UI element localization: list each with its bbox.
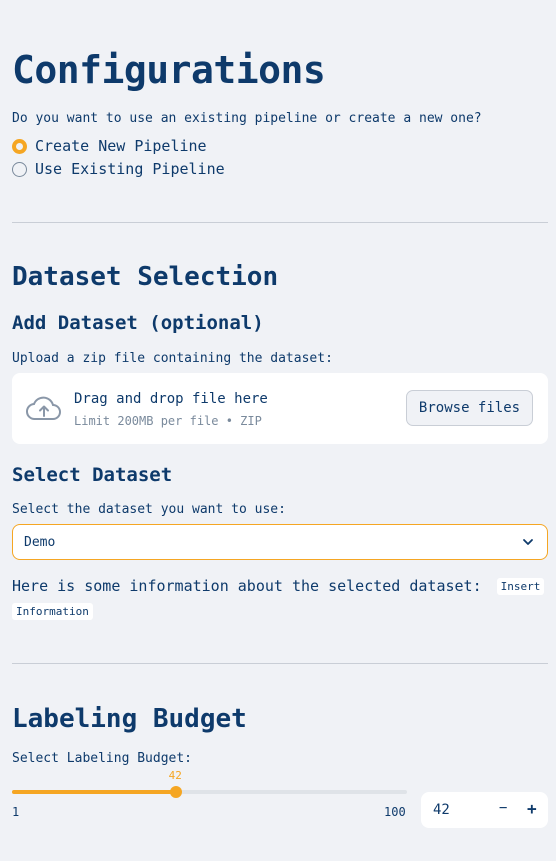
chevron-down-icon[interactable]	[521, 535, 535, 549]
radio-use-existing-pipeline[interactable]: Use Existing Pipeline	[12, 160, 225, 178]
radio-checked-icon[interactable]	[12, 138, 27, 154]
page-title: Configurations	[12, 48, 326, 92]
radio-create-new-pipeline[interactable]: Create New Pipeline	[12, 137, 207, 155]
slider-min-label: 1	[12, 805, 20, 819]
dropzone-limit: Limit 200MB per file • ZIP	[74, 414, 262, 428]
upload-label: Upload a zip file containing the dataset…	[12, 351, 333, 366]
browse-files-button[interactable]: Browse files	[406, 390, 533, 426]
file-dropzone[interactable]: Drag and drop file here Limit 200MB per …	[12, 373, 548, 444]
radio-unchecked-icon[interactable]	[12, 161, 27, 177]
select-dataset-label: Select the dataset you want to use:	[12, 502, 286, 517]
budget-section-title: Labeling Budget	[12, 704, 247, 734]
dataset-select[interactable]: Demo	[12, 524, 548, 560]
dropzone-title: Drag and drop file here	[74, 391, 268, 407]
dataset-info-code: Information	[12, 603, 93, 620]
divider	[12, 663, 548, 664]
budget-number-input[interactable]: 42 − +	[421, 792, 548, 828]
dataset-info-code: Insert	[496, 578, 545, 595]
radio-label: Create New Pipeline	[35, 137, 207, 155]
dataset-info-text: Here is some information about the selec…	[12, 577, 482, 595]
number-input-value[interactable]: 42	[433, 802, 450, 818]
radio-label: Use Existing Pipeline	[35, 160, 225, 178]
budget-slider[interactable]	[12, 786, 407, 798]
divider	[12, 222, 548, 223]
slider-fill	[12, 790, 176, 794]
slider-current-value: 42	[168, 769, 182, 782]
increment-button[interactable]: +	[527, 799, 537, 818]
select-dataset-title: Select Dataset	[12, 464, 173, 486]
pipeline-question: Do you want to use an existing pipeline …	[12, 111, 482, 126]
budget-label: Select Labeling Budget:	[12, 751, 193, 766]
decrement-button[interactable]: −	[499, 800, 507, 816]
dataset-section-title: Dataset Selection	[12, 262, 279, 292]
cloud-upload-icon	[26, 396, 61, 420]
add-dataset-title: Add Dataset (optional)	[12, 312, 264, 334]
slider-thumb[interactable]	[169, 786, 182, 798]
dataset-select-value: Demo	[24, 535, 56, 550]
slider-max-label: 100	[384, 805, 406, 819]
dataset-info-continuation: Information	[12, 601, 93, 620]
dataset-info: Here is some information about the selec…	[12, 577, 545, 595]
